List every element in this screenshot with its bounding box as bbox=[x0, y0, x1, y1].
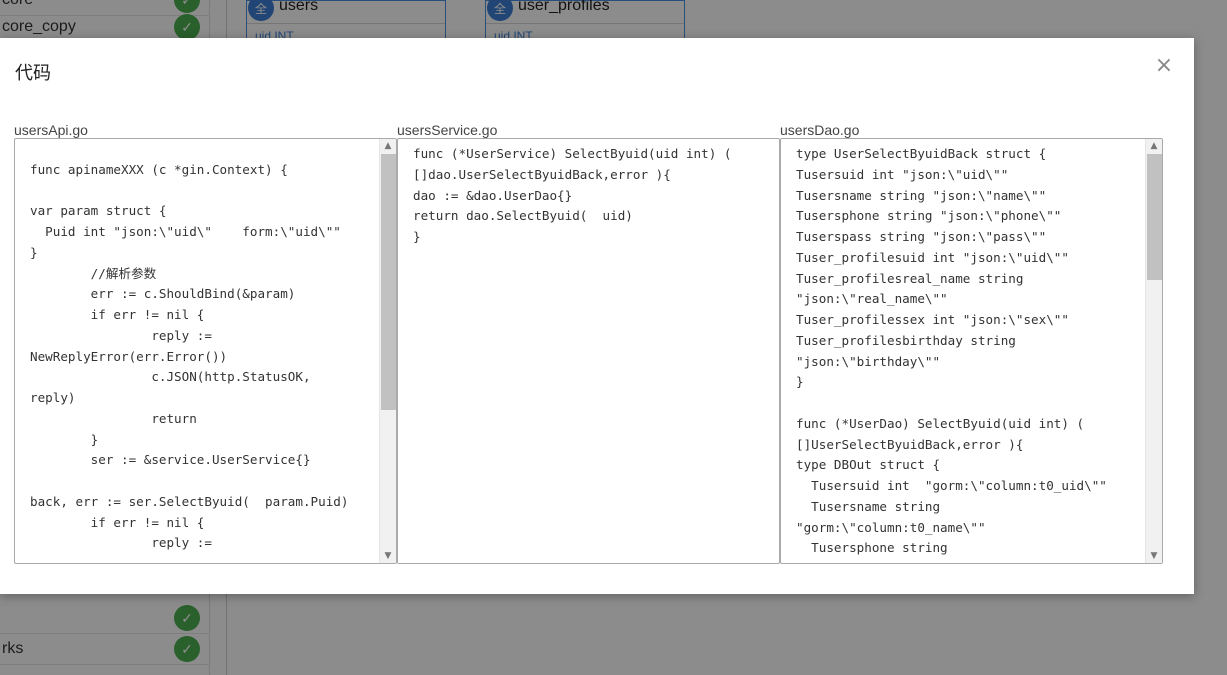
code-line: c.JSON(http.StatusOK, bbox=[30, 369, 311, 385]
file-label: usersApi.go bbox=[14, 122, 88, 138]
code-line: //解析参数 bbox=[30, 265, 157, 281]
code-line: Tusersname string "json:\"name\"" bbox=[796, 187, 1047, 203]
file-label: usersDao.go bbox=[780, 122, 860, 138]
file-label: usersService.go bbox=[397, 122, 498, 138]
code-line: reply := bbox=[30, 535, 212, 551]
code-panel-service: usersService.go func (*UserService) Sele… bbox=[397, 122, 780, 564]
scrollbar-thumb[interactable] bbox=[1147, 154, 1162, 280]
code-line: var param struct { bbox=[30, 203, 167, 219]
code-line: if err != nil { bbox=[30, 307, 205, 322]
code-line: } bbox=[796, 374, 804, 390]
code-line: Tuserspass string "json:\"pass\"" bbox=[796, 229, 1047, 244]
code-content[interactable]: type UserSelectByuidBack struct { Tusersu… bbox=[796, 144, 1144, 559]
modal-title: 代码 bbox=[15, 63, 51, 83]
code-line: func (*UserService) SelectByuid(uid int)… bbox=[413, 146, 732, 161]
code-content[interactable]: func (*UserService) SelectByuid(uid int)… bbox=[413, 144, 761, 248]
code-line: Puid int "json:\"uid\" form:\"uid\"" bbox=[30, 224, 341, 239]
code-textarea[interactable]: func apinameXXX (c *gin.Context) { var pa… bbox=[14, 138, 397, 564]
scrollbar-thumb[interactable] bbox=[381, 154, 396, 410]
vertical-scrollbar[interactable]: ▲ ▼ bbox=[1145, 139, 1162, 563]
code-line: []UserSelectByuidBack,error ){ bbox=[796, 436, 1024, 452]
code-textarea[interactable]: func (*UserService) SelectByuid(uid int)… bbox=[397, 138, 780, 564]
code-line: return bbox=[30, 410, 197, 426]
code-line: type UserSelectByuidBack struct { bbox=[796, 146, 1047, 161]
code-line: Tusersname string bbox=[796, 498, 941, 514]
code-line: Tuser_profilesuid int "json:\"uid\"" bbox=[796, 249, 1069, 265]
code-line: func apinameXXX (c *gin.Context) { bbox=[30, 161, 288, 177]
code-line: Tusersphone string "json:\"phone\"" bbox=[796, 208, 1062, 224]
scroll-up-arrow-icon[interactable]: ▲ bbox=[380, 139, 396, 153]
code-line: Tusersphone string bbox=[796, 540, 948, 556]
code-line: dao := &dao.UserDao{} bbox=[413, 187, 573, 203]
code-line: err := c.ShouldBind(&param) bbox=[30, 286, 296, 302]
code-line: } bbox=[30, 431, 99, 447]
scroll-down-arrow-icon[interactable]: ▼ bbox=[380, 549, 396, 563]
code-line: "json:\"real_name\"" bbox=[796, 291, 948, 307]
code-line: func (*UserDao) SelectByuid(uid int) ( bbox=[796, 415, 1085, 431]
code-line: Tuser_profilesbirthday string bbox=[796, 332, 1016, 348]
code-line: Tuser_profilessex int "json:\"sex\"" bbox=[796, 312, 1069, 327]
code-line: []dao.UserSelectByuidBack,error ){ bbox=[413, 166, 671, 182]
code-line: back, err := ser.SelectByuid( param.Puid… bbox=[30, 493, 349, 509]
vertical-scrollbar[interactable]: ▲ ▼ bbox=[379, 139, 396, 563]
close-icon[interactable]: × bbox=[1154, 55, 1174, 77]
code-line: return dao.SelectByuid( uid) bbox=[413, 208, 633, 224]
code-content[interactable]: func apinameXXX (c *gin.Context) { var pa… bbox=[30, 139, 378, 554]
code-panel-dao: usersDao.go type UserSelectByuidBack str… bbox=[780, 122, 1163, 564]
code-line: } bbox=[30, 244, 38, 260]
code-line: "json:\"birthday\"" bbox=[796, 353, 941, 369]
code-modal: 代码 × usersApi.go func apinameXXX (c *gin… bbox=[0, 38, 1194, 594]
code-line: if err != nil { bbox=[30, 514, 205, 530]
code-textarea[interactable]: type UserSelectByuidBack struct { Tusersu… bbox=[780, 138, 1163, 564]
code-line: Tusersuid int "json:\"uid\"" bbox=[796, 166, 1009, 182]
code-line: type DBOut struct { bbox=[796, 457, 941, 473]
scroll-down-arrow-icon[interactable]: ▼ bbox=[1146, 549, 1162, 563]
code-line: } bbox=[413, 229, 421, 244]
code-line: reply := bbox=[30, 327, 212, 343]
code-line: reply) bbox=[30, 390, 76, 405]
code-line: ser := &service.UserService{} bbox=[30, 452, 311, 468]
code-line: "gorm:\"column:t0_name\"" bbox=[796, 519, 986, 535]
scroll-up-arrow-icon[interactable]: ▲ bbox=[1146, 139, 1162, 153]
code-line: NewReplyError(err.Error()) bbox=[30, 348, 228, 364]
code-line: Tusersuid int "gorm:\"column:t0_uid\"" bbox=[796, 478, 1107, 493]
code-line: Tuser_profilesreal_name string bbox=[796, 270, 1024, 286]
code-panel-api: usersApi.go func apinameXXX (c *gin.Cont… bbox=[14, 122, 397, 564]
